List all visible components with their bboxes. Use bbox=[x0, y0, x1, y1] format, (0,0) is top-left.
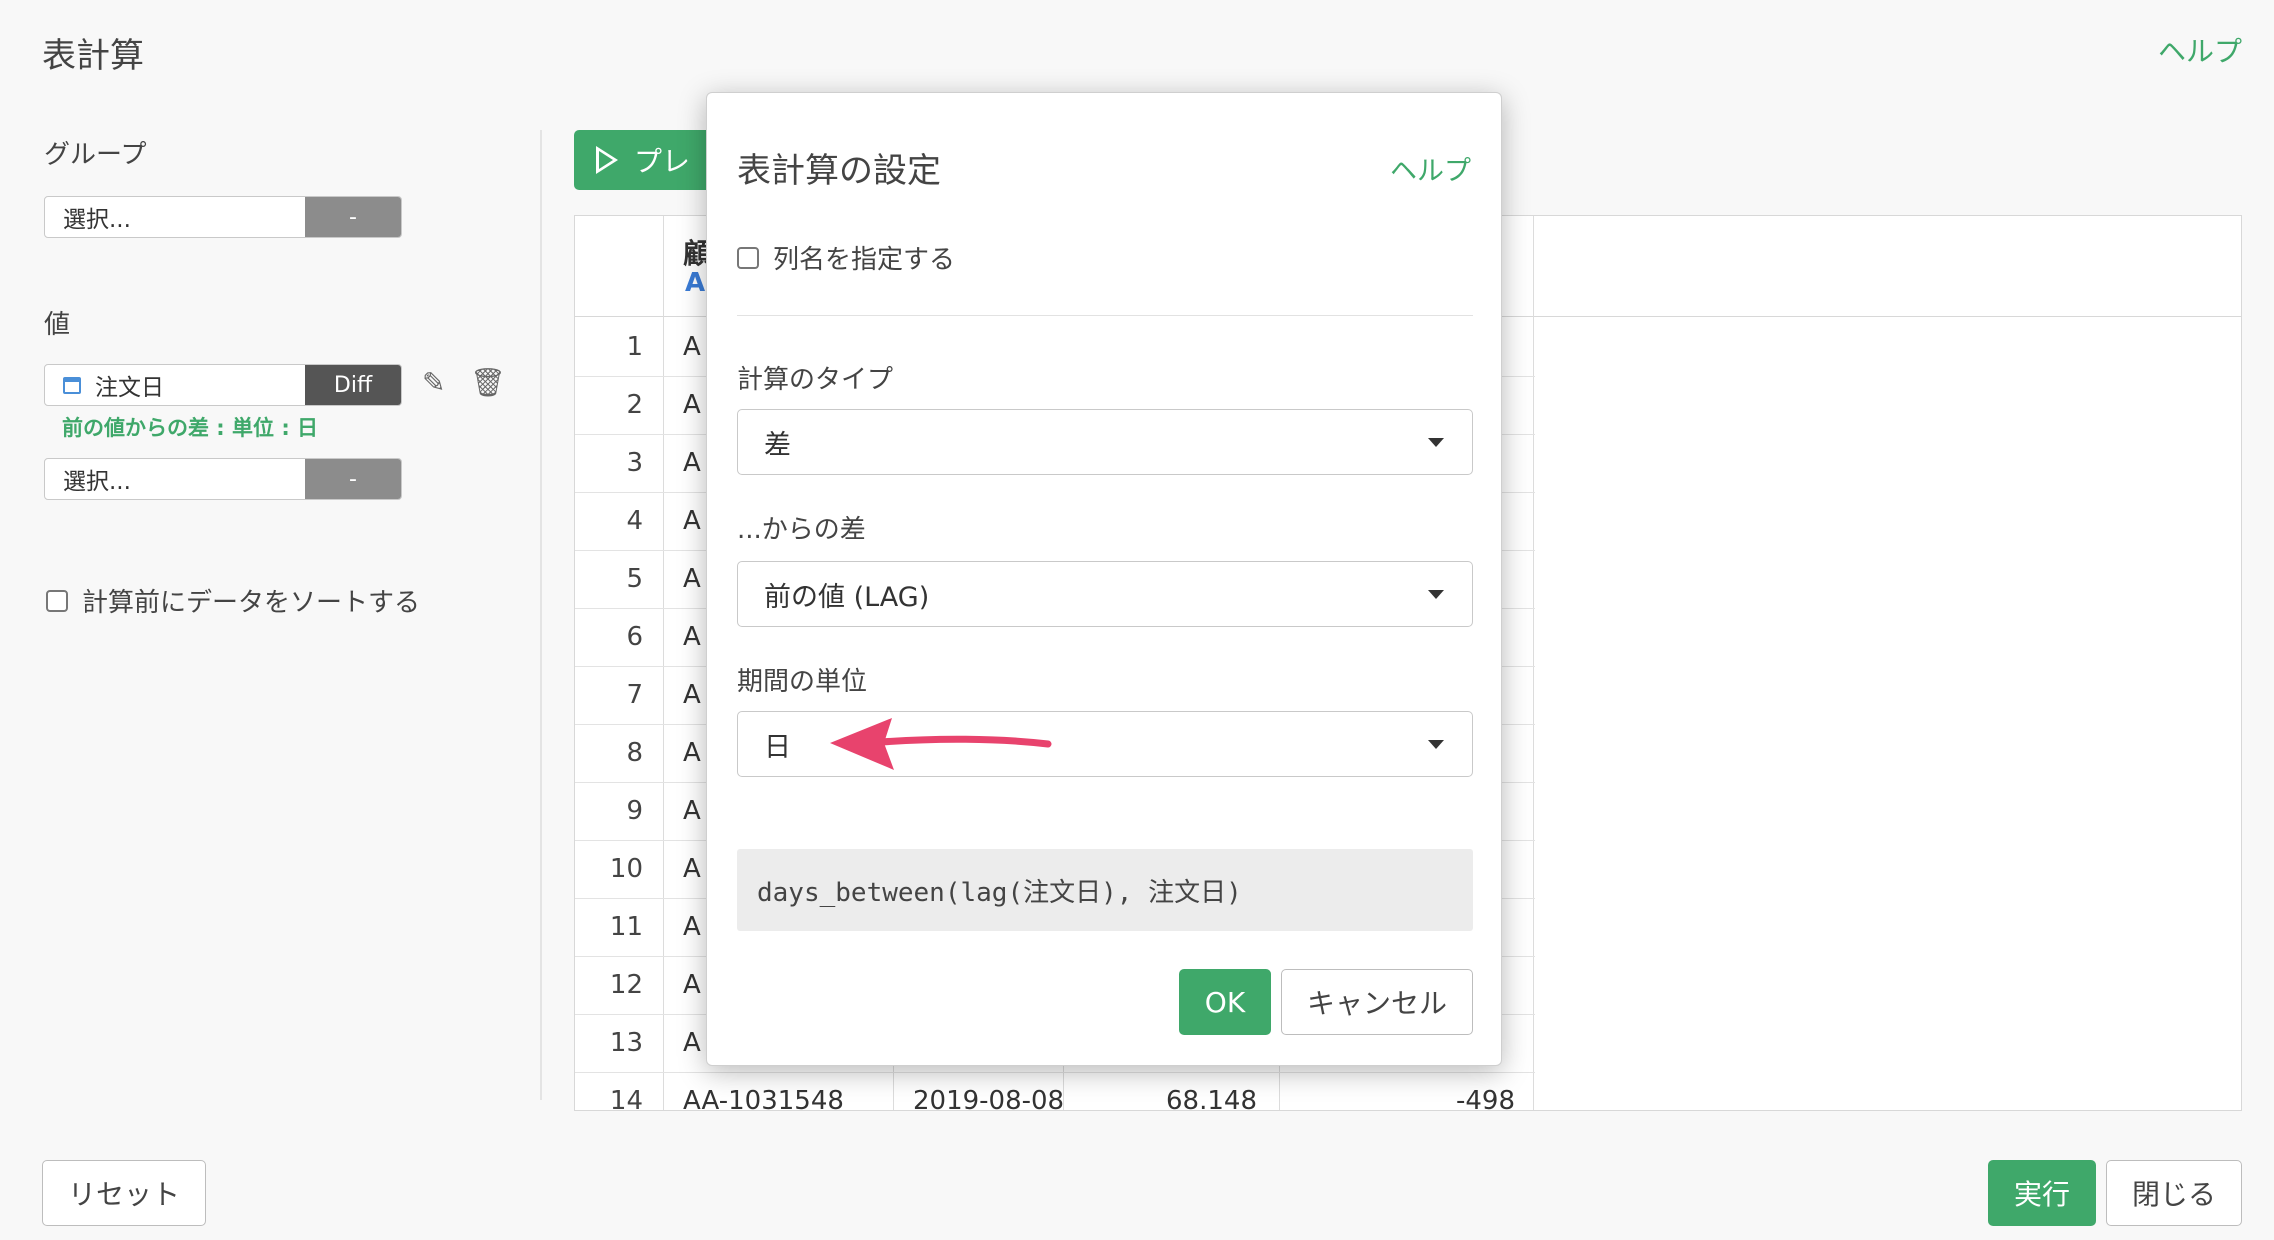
dialog-title: 表計算の設定 bbox=[737, 151, 941, 191]
row-number: 9 bbox=[626, 796, 643, 826]
value-field-select[interactable]: 注文日 Diff bbox=[44, 364, 402, 406]
panel-divider bbox=[540, 130, 542, 1100]
chevron-down-icon bbox=[1428, 740, 1444, 749]
play-icon bbox=[596, 146, 618, 174]
table-row: 14 AA-1031548 2019-08-08 68.148 -498 bbox=[575, 1072, 1535, 1111]
table-cell: -498 bbox=[1455, 1086, 1515, 1111]
row-number: 1 bbox=[626, 332, 643, 362]
chevron-down-icon bbox=[1428, 438, 1444, 447]
table-cell: A bbox=[683, 506, 701, 536]
row-number: 7 bbox=[626, 680, 643, 710]
row-number: 12 bbox=[609, 970, 643, 1000]
group-select-button[interactable]: - bbox=[305, 197, 401, 237]
row-number: 14 bbox=[609, 1086, 643, 1111]
table-cell: A bbox=[683, 912, 701, 942]
column-name-checkbox-label: 列名を指定する bbox=[773, 245, 956, 275]
table-calc-settings-dialog: 表計算の設定 ヘルプ 列名を指定する 計算のタイプ 差 ...からの差 前の値 … bbox=[706, 92, 1502, 1066]
table-cell: A bbox=[683, 622, 701, 652]
reset-button[interactable]: リセット bbox=[42, 1160, 206, 1226]
diff-from-label: ...からの差 bbox=[737, 515, 866, 545]
page-title: 表計算 bbox=[42, 36, 144, 76]
close-button[interactable]: 閉じる bbox=[2106, 1160, 2242, 1226]
page-help-link[interactable]: ヘルプ bbox=[2158, 30, 2242, 70]
sort-checkbox[interactable] bbox=[46, 589, 68, 612]
group-select-placeholder: 選択... bbox=[63, 207, 131, 233]
table-cell: A bbox=[683, 796, 701, 826]
row-number: 4 bbox=[626, 506, 643, 536]
value-field-name: 注文日 bbox=[95, 375, 164, 401]
column-name-checkbox[interactable] bbox=[737, 246, 759, 269]
period-unit-value: 日 bbox=[764, 731, 791, 763]
table-cell: A bbox=[683, 970, 701, 1000]
dialog-divider bbox=[737, 315, 1473, 316]
preview-button-label: プレ bbox=[634, 145, 691, 178]
group-select[interactable]: 選択... - bbox=[44, 196, 402, 238]
row-number: 5 bbox=[626, 564, 643, 594]
table-cell: A bbox=[683, 1028, 701, 1058]
table-cell: 68.148 bbox=[1166, 1086, 1257, 1111]
value-select-2[interactable]: 選択... - bbox=[44, 458, 402, 500]
diff-from-value: 前の値 (LAG) bbox=[764, 581, 930, 613]
formula-preview: days_between(lag(注文日), 注文日) bbox=[737, 849, 1473, 931]
row-number: 11 bbox=[609, 912, 643, 942]
row-number: 10 bbox=[609, 854, 643, 884]
row-number: 6 bbox=[626, 622, 643, 652]
ok-button[interactable]: OK bbox=[1179, 969, 1271, 1035]
edit-icon[interactable]: ✎ bbox=[422, 366, 445, 399]
calc-type-select[interactable]: 差 bbox=[737, 409, 1473, 475]
table-cell: A bbox=[683, 680, 701, 710]
period-unit-label: 期間の単位 bbox=[737, 667, 868, 697]
row-number: 8 bbox=[626, 738, 643, 768]
diff-button[interactable]: Diff bbox=[305, 365, 401, 405]
sort-checkbox-label: 計算前にデータをソートする bbox=[82, 588, 421, 618]
sort-option[interactable]: 計算前にデータをソートする bbox=[46, 582, 420, 619]
table-cell: A bbox=[683, 332, 701, 362]
table-cell: A bbox=[683, 854, 701, 884]
calc-type-label: 計算のタイプ bbox=[737, 365, 894, 395]
table-cell: A bbox=[683, 564, 701, 594]
annotation-arrow-icon bbox=[830, 718, 1052, 770]
chevron-down-icon bbox=[1428, 590, 1444, 599]
cancel-button[interactable]: キャンセル bbox=[1281, 969, 1473, 1035]
dialog-help-link[interactable]: ヘルプ bbox=[1390, 149, 1471, 188]
group-label: グループ bbox=[44, 140, 147, 170]
row-number: 13 bbox=[609, 1028, 643, 1058]
value-note: 前の値からの差 : 単位 : 日 bbox=[62, 416, 319, 440]
table-cell: A bbox=[683, 390, 701, 420]
column-name-option[interactable]: 列名を指定する bbox=[737, 239, 955, 276]
row-number: 2 bbox=[626, 390, 643, 420]
table-cell: AA-1031548 bbox=[683, 1086, 844, 1111]
diff-from-select[interactable]: 前の値 (LAG) bbox=[737, 561, 1473, 627]
table-cell: 2019-08-08 bbox=[913, 1086, 1065, 1111]
calendar-icon bbox=[63, 376, 81, 394]
value-select-2-placeholder: 選択... bbox=[63, 469, 131, 495]
calc-type-value: 差 bbox=[764, 429, 791, 461]
row-number: 3 bbox=[626, 448, 643, 478]
value-field: 注文日 bbox=[45, 365, 305, 405]
column-type-partial: A bbox=[685, 268, 706, 298]
trash-icon[interactable]: 🗑 bbox=[470, 366, 506, 399]
value-label: 値 bbox=[44, 310, 71, 340]
table-cell: A bbox=[683, 738, 701, 768]
value-select-2-button[interactable]: - bbox=[305, 459, 401, 499]
table-cell: A bbox=[683, 448, 701, 478]
run-button[interactable]: 実行 bbox=[1988, 1160, 2096, 1226]
